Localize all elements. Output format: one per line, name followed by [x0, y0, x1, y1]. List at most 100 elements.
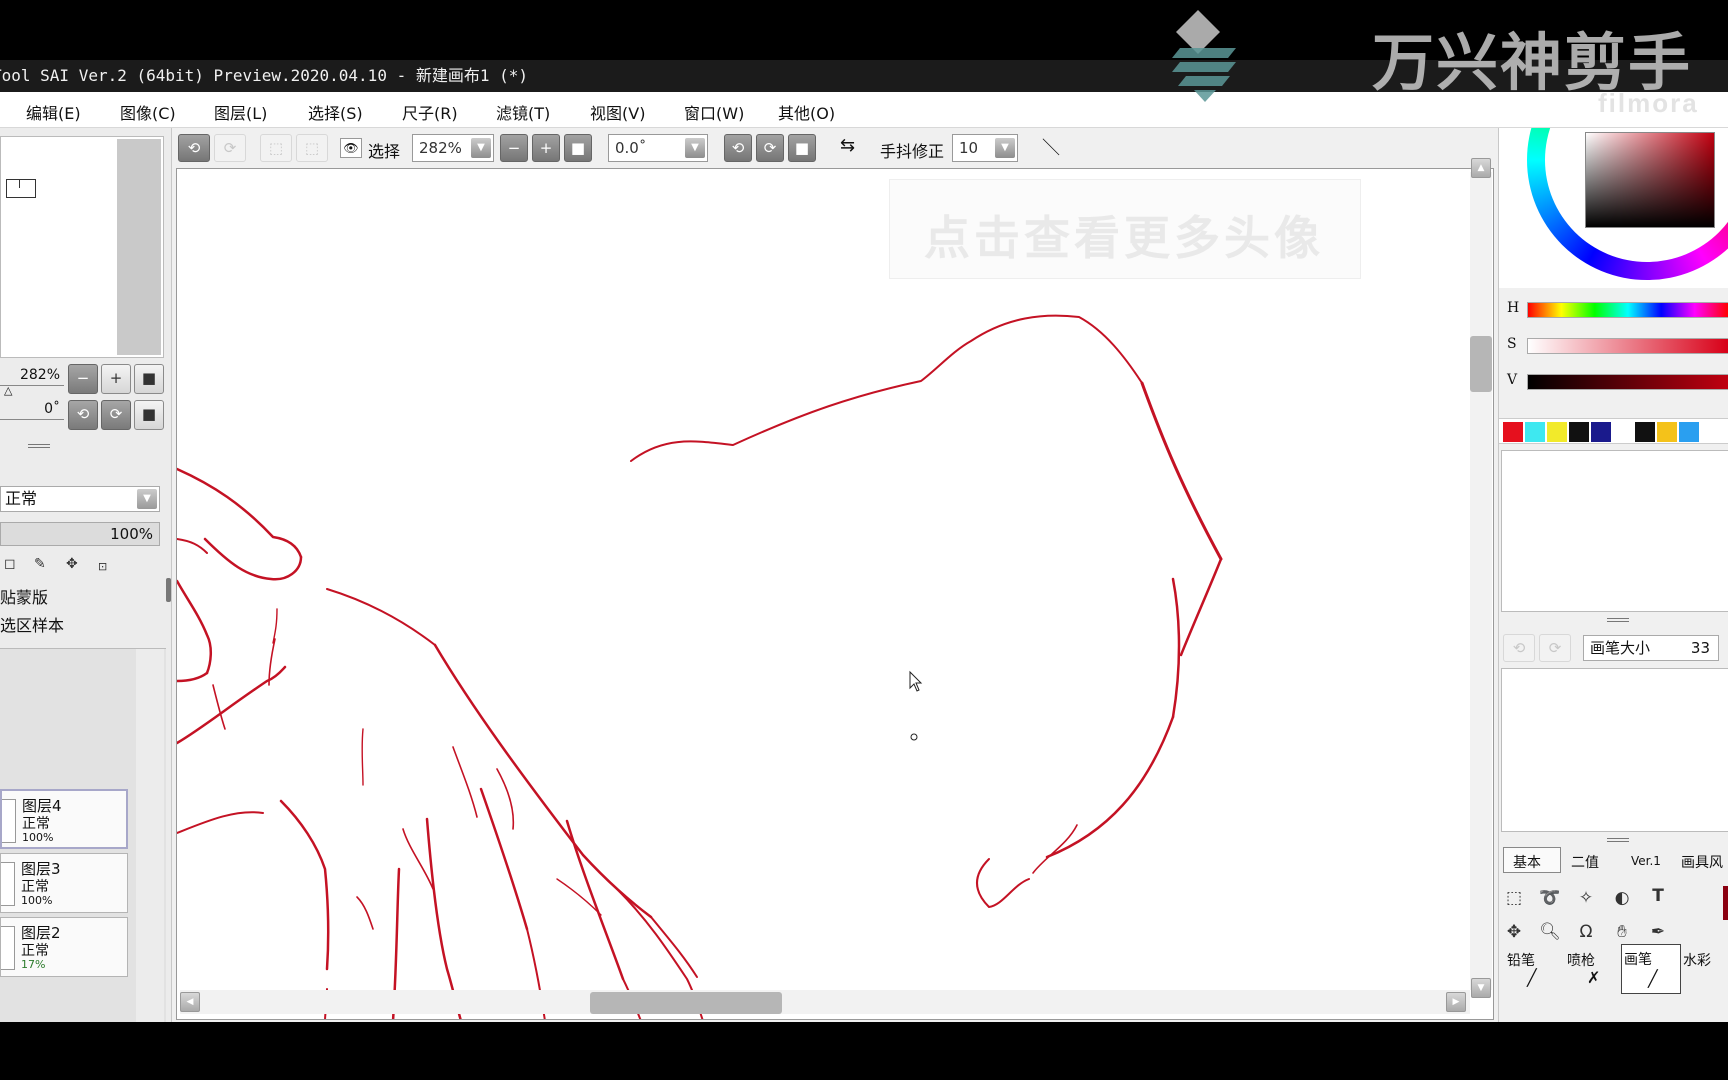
color-swatch[interactable] [1547, 422, 1567, 442]
eyedropper-icon[interactable]: ✒ [1645, 922, 1671, 942]
saturation-value-square[interactable] [1585, 132, 1715, 228]
fill-icon[interactable]: ◐ [1609, 888, 1635, 908]
saturation-slider[interactable] [1527, 338, 1728, 354]
brush-redo-button[interactable]: ⟳ [1539, 634, 1571, 662]
tab-binary[interactable]: 二值 [1571, 852, 1599, 872]
layer-item[interactable]: 图层2 正常 17% [0, 917, 128, 977]
color-swatch[interactable] [1525, 422, 1545, 442]
color-swatch[interactable] [1635, 422, 1655, 442]
nav-rotate-left-button[interactable]: ⟲ [68, 400, 98, 430]
menu-filter[interactable]: 滤镜(T) [496, 100, 550, 124]
scratchpad-area[interactable] [1501, 450, 1728, 612]
magic-wand-icon[interactable]: ✧ [1573, 888, 1599, 908]
menu-view[interactable]: 视图(V) [590, 100, 645, 124]
zoom-icon[interactable]: 🔍︎ [1537, 922, 1563, 942]
rotate-reset-button[interactable]: ■ [788, 134, 816, 162]
zoom-slider-marker-icon[interactable]: △ [4, 384, 12, 397]
brush-watercolor[interactable]: 水彩 [1683, 944, 1728, 994]
layer-opacity-slider[interactable]: 100% [0, 522, 160, 546]
tab-ver1[interactable]: Ver.1 [1631, 854, 1661, 868]
panel-resize-grip[interactable] [1607, 618, 1629, 622]
move-icon[interactable]: ✥ [1501, 922, 1527, 942]
rotation-combo[interactable]: 0.0˚ ▼ [608, 134, 708, 162]
current-color-chip[interactable] [1723, 886, 1728, 920]
lasso-icon[interactable]: ➰ [1537, 888, 1563, 908]
scroll-left-button[interactable]: ◀ [180, 992, 200, 1012]
brush-airbrush[interactable]: 喷枪 ✗ [1561, 944, 1621, 994]
select-all-button[interactable]: ⬚ [296, 134, 328, 162]
zoom-combo[interactable]: 282% ▼ [412, 134, 494, 162]
lock-paint-icon[interactable]: ✎ [34, 556, 46, 572]
color-swatch[interactable] [1657, 422, 1677, 442]
scroll-down-button[interactable]: ▼ [1471, 978, 1491, 998]
navigator-panel[interactable] [0, 136, 164, 358]
zoom-in-button[interactable]: + [532, 134, 560, 162]
nav-zoom-in-button[interactable]: + [101, 364, 131, 394]
selection-sample-option[interactable]: 选区样本 [0, 612, 64, 636]
nav-zoom-out-button[interactable]: − [68, 364, 98, 394]
tab-basic[interactable]: 基本 [1513, 852, 1541, 872]
rotate-left-button[interactable]: ⟲ [724, 134, 752, 162]
canvas-vertical-scrollbar[interactable] [1470, 172, 1492, 990]
menu-image[interactable]: 图像(C) [120, 100, 176, 124]
color-wheel-panel[interactable] [1499, 128, 1728, 288]
nav-rotate-right-button[interactable]: ⟳ [101, 400, 131, 430]
zoom-reset-button[interactable]: ■ [564, 134, 592, 162]
menu-ruler[interactable]: 尺子(R) [402, 100, 458, 124]
eye-icon[interactable]: 👁 [340, 138, 362, 158]
menu-window[interactable]: 窗口(W) [684, 100, 744, 124]
scroll-up-button[interactable]: ▲ [1471, 158, 1491, 178]
lock-transparency-icon[interactable]: ◻ [4, 556, 16, 572]
layer-item[interactable]: 图层3 正常 100% [0, 853, 128, 913]
stabilizer-combo[interactable]: 10 ▼ [952, 134, 1018, 162]
flip-horizontal-icon[interactable]: ⇆ [840, 135, 855, 156]
color-swatch[interactable] [1569, 422, 1589, 442]
navigator-zoom-field[interactable]: 282% [0, 364, 64, 386]
rotate-icon[interactable]: Ω [1573, 922, 1599, 942]
menu-select[interactable]: 选择(S) [308, 100, 363, 124]
nav-zoom-reset-button[interactable]: ■ [134, 364, 164, 394]
rect-select-icon[interactable]: ⬚ [1501, 888, 1527, 908]
navigator-angle-field[interactable]: 0˚ [0, 398, 64, 420]
layer-list-scrollbar[interactable] [136, 649, 164, 1023]
canvas-horizontal-scroll-thumb[interactable] [590, 992, 782, 1014]
text-tool-icon[interactable]: T [1645, 886, 1671, 906]
clipping-mask-option[interactable]: 贴蒙版 [0, 584, 48, 608]
blend-mode-select[interactable]: 正常 ▼ [0, 486, 160, 512]
navigator-scrollbar[interactable] [117, 139, 161, 355]
navigator-viewport-frame[interactable] [6, 179, 36, 198]
value-slider[interactable] [1527, 374, 1728, 390]
tab-art-style[interactable]: 画具风 [1681, 852, 1723, 872]
color-swatch[interactable] [1613, 422, 1633, 442]
left-panel-scroll-thumb[interactable] [166, 578, 171, 602]
panel-resize-grip[interactable] [28, 444, 50, 448]
lock-move-icon[interactable]: ✥ [66, 556, 78, 572]
scroll-right-button[interactable]: ▶ [1446, 992, 1466, 1012]
menu-other[interactable]: 其他(O) [778, 100, 835, 124]
panel-resize-grip[interactable] [1607, 838, 1629, 842]
straight-line-icon[interactable]: ＼ [1042, 134, 1060, 160]
canvas-vertical-scroll-thumb[interactable] [1470, 336, 1492, 392]
menu-layer[interactable]: 图层(L) [214, 100, 267, 124]
drawing-canvas[interactable]: 点击查看更多头像 [176, 168, 1494, 1020]
color-swatch[interactable] [1679, 422, 1699, 442]
zoom-out-button[interactable]: − [500, 134, 528, 162]
menu-edit[interactable]: 编辑(E) [26, 100, 81, 124]
brush-label: 水彩 [1683, 953, 1711, 969]
hue-slider[interactable] [1527, 302, 1728, 318]
undo-button[interactable]: ⟲ [178, 134, 210, 162]
canvas-horizontal-scrollbar[interactable] [180, 990, 1470, 1014]
brush-pencil[interactable]: 铅笔 ╱ [1501, 944, 1561, 994]
brush-brush[interactable]: 画笔 ╱ [1621, 944, 1681, 994]
color-swatch[interactable] [1503, 422, 1523, 442]
brush-undo-button[interactable]: ⟲ [1503, 634, 1535, 662]
hand-icon[interactable]: ✋︎ [1609, 922, 1635, 942]
color-swatch[interactable] [1591, 422, 1611, 442]
redo-button[interactable]: ⟳ [214, 134, 246, 162]
nav-rotate-reset-button[interactable]: ■ [134, 400, 164, 430]
brush-size-field[interactable]: 画笔大小 33 [1583, 635, 1719, 661]
deselect-button[interactable]: ⬚ [260, 134, 292, 162]
layer-item[interactable]: 图层4 正常 100% [0, 789, 128, 849]
lock-all-icon[interactable]: ⊡ [98, 560, 107, 573]
rotate-right-button[interactable]: ⟳ [756, 134, 784, 162]
